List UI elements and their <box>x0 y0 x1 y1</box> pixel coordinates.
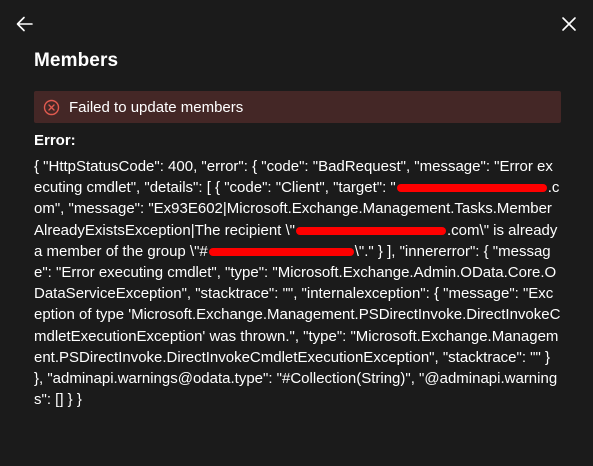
redacted-email-1 <box>396 184 547 193</box>
back-button[interactable] <box>12 11 38 37</box>
redacted-group-name <box>208 247 354 256</box>
close-icon <box>562 17 576 31</box>
page-title: Members <box>34 50 119 71</box>
error-text-part-4: \"." } ], "innererror": { "message": "Er… <box>34 242 561 409</box>
members-panel: Members Failed to update members Error: … <box>0 0 593 466</box>
error-notification-message: Failed to update members <box>69 98 244 116</box>
error-details-text: { "HttpStatusCode": 400, "error": { "cod… <box>34 156 561 410</box>
arrow-left-icon <box>16 16 33 32</box>
error-label: Error: <box>34 132 76 149</box>
error-notification-banner: Failed to update members <box>34 91 561 123</box>
redacted-email-2 <box>296 226 447 235</box>
close-button[interactable] <box>556 11 582 37</box>
error-circle-icon <box>43 99 60 115</box>
